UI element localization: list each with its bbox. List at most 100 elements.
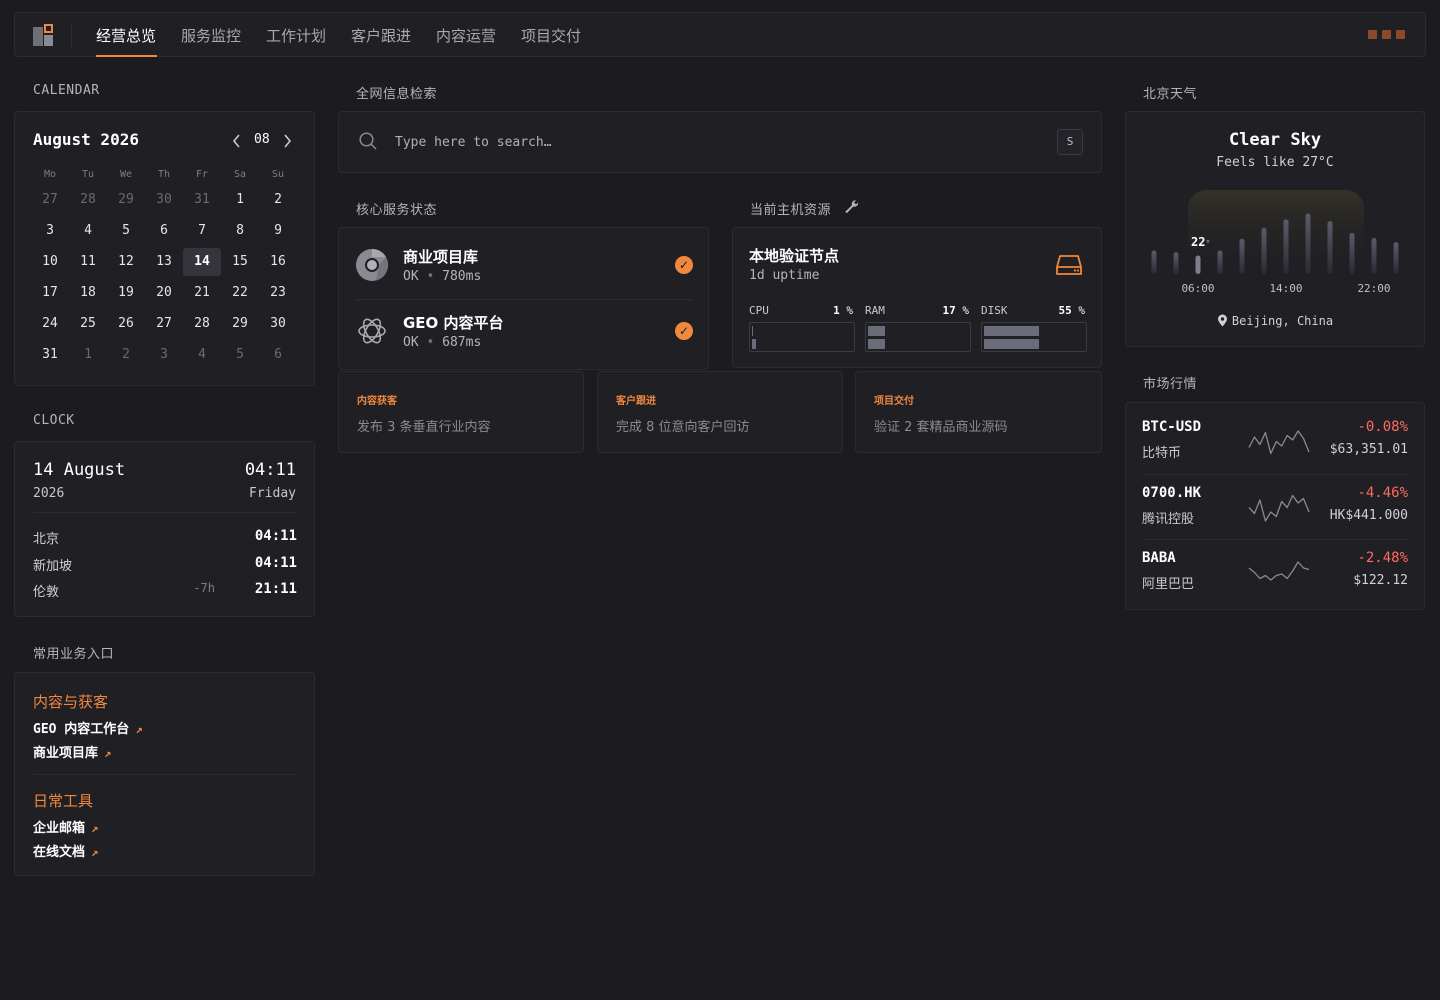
calendar-day[interactable]: 16 (259, 254, 297, 269)
calendar-day[interactable]: 28 (183, 316, 221, 331)
calendar-day[interactable]: 27 (31, 192, 69, 207)
search-input[interactable] (395, 132, 1035, 152)
tab-service-monitor[interactable]: 服务监控 (181, 25, 241, 46)
calendar-day[interactable]: 27 (145, 316, 183, 331)
timezone-city: 伦敦 (33, 585, 60, 600)
calendar-day[interactable]: 13 (145, 254, 183, 269)
calendar-day[interactable]: 2 (107, 347, 145, 362)
meter-fill (868, 326, 885, 336)
clock-date: 14 August (33, 460, 126, 480)
external-link-icon: ↗ (91, 821, 99, 835)
calendar-title: August 2026 (33, 130, 139, 149)
calendar-day[interactable]: 8 (221, 223, 259, 238)
clock-divider (33, 512, 297, 513)
tab-customer-followup[interactable]: 客户跟进 (351, 25, 411, 46)
calendar-day[interactable]: 28 (69, 192, 107, 207)
link-online-docs[interactable]: 在线文档 ↗ (33, 841, 98, 860)
chevron-right-icon[interactable] (282, 134, 292, 148)
calendar-day[interactable]: 19 (107, 285, 145, 300)
calendar-day[interactable]: 29 (221, 316, 259, 331)
calendar-day[interactable]: 25 (69, 316, 107, 331)
window-controls[interactable] (1368, 30, 1405, 39)
sparkline-path (1248, 430, 1310, 455)
service-status-text: OK (403, 335, 419, 350)
calendar-day[interactable]: 24 (31, 316, 69, 331)
link-label: GEO 内容工作台 (33, 722, 130, 737)
tab-project-delivery[interactable]: 项目交付 (521, 25, 581, 46)
wrench-icon[interactable] (844, 199, 860, 215)
calendar-day[interactable]: 12 (107, 254, 145, 269)
timezone-time: 04:11 (254, 528, 297, 544)
hourly-temp-bar (1371, 237, 1377, 274)
calendar-day[interactable]: 31 (183, 192, 221, 207)
calendar-day[interactable]: 17 (31, 285, 69, 300)
calendar-day[interactable]: 11 (69, 254, 107, 269)
calendar-day[interactable]: 3 (31, 223, 69, 238)
calendar-day[interactable]: 10 (31, 254, 69, 269)
calendar-day[interactable]: 30 (145, 192, 183, 207)
weekday-header: We (119, 168, 133, 180)
calendar-day[interactable]: 1 (69, 347, 107, 362)
hourly-temp-bar (1349, 232, 1355, 274)
calendar-day[interactable]: 9 (259, 223, 297, 238)
hourly-temp-bar (1217, 250, 1223, 274)
task-tag: 项目交付 (874, 396, 914, 407)
calendar-day[interactable]: 6 (259, 347, 297, 362)
calendar-day[interactable]: 6 (145, 223, 183, 238)
service-row[interactable]: 商业项目库 OK • 780ms ✓ (355, 242, 693, 306)
market-row[interactable]: 0700.HK 腾讯控股 -4.46% HK$441.000 (1142, 475, 1408, 539)
calendar-day[interactable]: 23 (259, 285, 297, 300)
calendar-day[interactable]: 5 (221, 347, 259, 362)
app-logo[interactable] (33, 24, 55, 46)
service-row[interactable]: GEO 内容平台 OK • 687ms ✓ (355, 308, 693, 372)
market-row[interactable]: BTC-USD 比特币 -0.08% $63,351.01 (1142, 409, 1408, 473)
links-section-title: 常用业务入口 (33, 647, 115, 662)
calendar-day[interactable]: 29 (107, 192, 145, 207)
calendar-day[interactable]: 4 (69, 223, 107, 238)
calendar-day[interactable]: 2 (259, 192, 297, 207)
link-geo-workbench[interactable]: GEO 内容工作台 ↗ (33, 718, 143, 737)
link-enterprise-mail[interactable]: 企业邮箱 ↗ (33, 817, 98, 836)
task-card[interactable]: 客户跟进 完成 8 位意向客户回访 (597, 371, 843, 453)
timezone-city: 北京 (33, 532, 60, 547)
calendar-day[interactable]: 1 (221, 192, 259, 207)
calendar-day[interactable]: 31 (31, 347, 69, 362)
host-panel: 本地验证节点 1d uptime CPU 1 % RAM 17 % DISK 5… (732, 227, 1102, 368)
price-change: -2.48% (1357, 550, 1408, 566)
calendar-day[interactable]: 21 (183, 285, 221, 300)
link-label: 商业项目库 (33, 746, 99, 761)
calendar-day[interactable]: 20 (145, 285, 183, 300)
link-project-library[interactable]: 商业项目库 ↗ (33, 742, 111, 761)
meter-percent: 17 % (943, 304, 970, 317)
meter-unit: % (962, 304, 969, 317)
market-row[interactable]: BABA 阿里巴巴 -2.48% $122.12 (1142, 540, 1408, 604)
calendar-day[interactable]: 5 (107, 223, 145, 238)
calendar-day[interactable]: 15 (221, 254, 259, 269)
calendar-day[interactable]: 30 (259, 316, 297, 331)
calendar-section-title: CALENDAR (33, 83, 100, 98)
tab-content-ops[interactable]: 内容运营 (436, 25, 496, 46)
tab-overview[interactable]: 经营总览 (96, 25, 156, 46)
meter-percent: 1 % (833, 304, 853, 317)
meter-fill (752, 339, 756, 349)
meter-label: DISK (981, 304, 1008, 317)
chevron-left-icon[interactable] (232, 134, 242, 148)
calendar-day[interactable]: 26 (107, 316, 145, 331)
weather-section-title: 北京天气 (1143, 87, 1198, 102)
task-card[interactable]: 项目交付 验证 2 套精品商业源码 (855, 371, 1102, 453)
hourly-temp-bar (1151, 250, 1157, 274)
host-section-title: 当前主机资源 (750, 203, 832, 218)
calendar-day[interactable]: 4 (183, 347, 221, 362)
calendar-day[interactable]: 18 (69, 285, 107, 300)
weekday-header: Fr (195, 168, 209, 180)
tab-work-plan[interactable]: 工作计划 (266, 25, 326, 46)
price-change: -4.46% (1357, 485, 1408, 501)
calendar-day[interactable]: 14 (183, 247, 221, 276)
calendar-day[interactable]: 22 (221, 285, 259, 300)
calendar-day[interactable]: 7 (183, 223, 221, 238)
sparkline-path (1248, 494, 1310, 522)
task-card[interactable]: 内容获客 发布 3 条垂直行业内容 (338, 371, 584, 453)
hourly-temperature-chart: 06:00 14:00 22:00 22° (1151, 190, 1399, 295)
external-link-icon: ↗ (104, 746, 112, 760)
calendar-day[interactable]: 3 (145, 347, 183, 362)
